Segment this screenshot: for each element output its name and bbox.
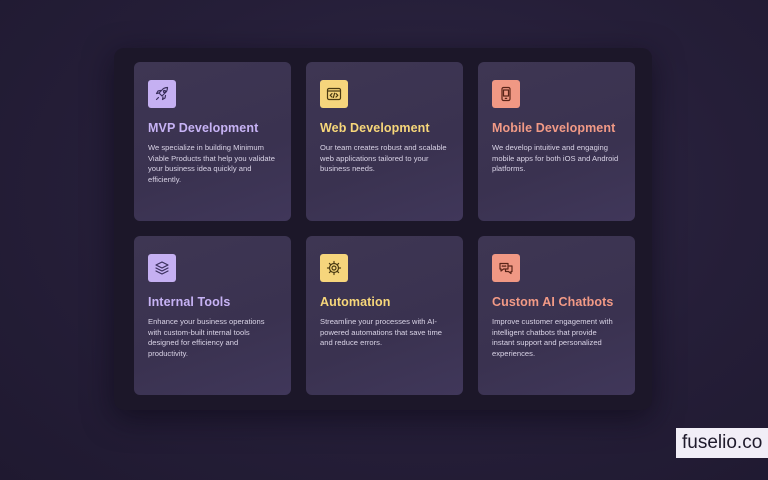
card-title: Web Development xyxy=(320,121,430,135)
card-title: Custom AI Chatbots xyxy=(492,295,614,309)
code-window-icon xyxy=(320,80,348,108)
service-card-mobile-development[interactable]: Mobile Development We develop intuitive … xyxy=(478,62,635,221)
card-description: Our team creates robust and scalable web… xyxy=(320,143,447,174)
rocket-icon xyxy=(148,80,176,108)
chat-bubble-icon xyxy=(492,254,520,282)
card-title: Internal Tools xyxy=(148,295,231,309)
service-card-mvp-development[interactable]: MVP Development We specialize in buildin… xyxy=(134,62,291,221)
service-card-internal-tools[interactable]: Internal Tools Enhance your business ope… xyxy=(134,236,291,395)
service-card-automation[interactable]: Automation Streamline your processes wit… xyxy=(306,236,463,395)
services-panel: MVP Development We specialize in buildin… xyxy=(114,48,652,410)
layers-icon xyxy=(148,254,176,282)
card-description: We specialize in building Minimum Viable… xyxy=(148,143,275,184)
card-description: Streamline your processes with AI-powere… xyxy=(320,317,442,348)
service-card-web-development[interactable]: Web Development Our team creates robust … xyxy=(306,62,463,221)
card-title: MVP Development xyxy=(148,121,259,135)
card-title: Automation xyxy=(320,295,391,309)
brand-watermark: fuselio.co xyxy=(676,428,768,458)
card-description: Improve customer engagement with intelli… xyxy=(492,317,613,358)
gear-icon xyxy=(320,254,348,282)
card-title: Mobile Development xyxy=(492,121,616,135)
card-description: Enhance your business operations with cu… xyxy=(148,317,265,358)
smartphone-icon xyxy=(492,80,520,108)
card-description: We develop intuitive and engaging mobile… xyxy=(492,143,619,174)
service-card-custom-ai-chatbots[interactable]: Custom AI Chatbots Improve customer enga… xyxy=(478,236,635,395)
